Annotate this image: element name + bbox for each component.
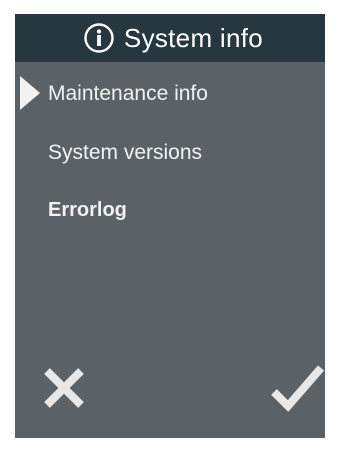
menu-item-system-versions[interactable]: System versions [15, 124, 325, 181]
header-bar: System info [15, 14, 325, 62]
header-content: System info [83, 22, 263, 54]
close-icon [44, 368, 84, 408]
device-screen: System info Maintenance info System vers… [15, 14, 325, 438]
menu-item-maintenance-info[interactable]: Maintenance info [15, 62, 325, 124]
menu-item-label: Maintenance info [48, 81, 208, 105]
menu-item-errorlog[interactable]: Errorlog [15, 181, 325, 238]
menu-item-label: System versions [48, 141, 203, 164]
info-circle-icon [84, 23, 114, 53]
menu-list: Maintenance info System versions Errorlo… [15, 62, 325, 238]
selection-arrow-icon [20, 76, 40, 110]
confirm-button[interactable] [269, 360, 325, 416]
menu-item-label: Errorlog [48, 198, 127, 221]
cancel-button[interactable] [36, 360, 92, 416]
page-title: System info [123, 23, 264, 53]
checkmark-icon [271, 365, 325, 412]
